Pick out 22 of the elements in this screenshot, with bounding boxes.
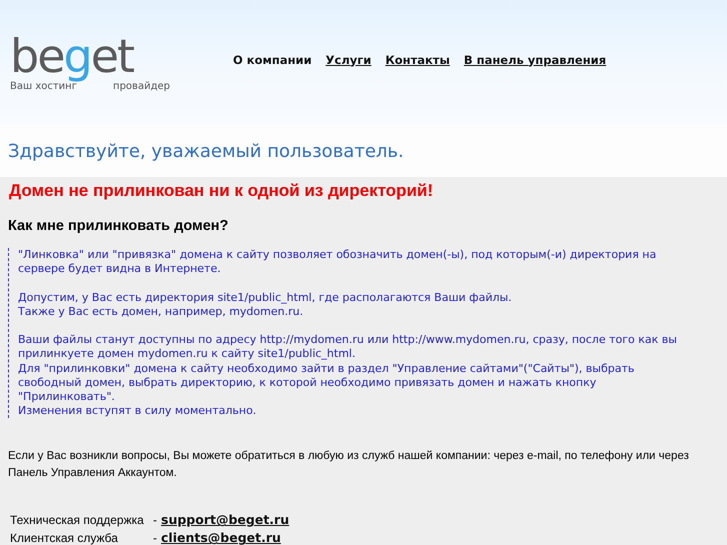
logo-tagline: Ваш хостинг (10, 81, 77, 92)
service-name: Техническая поддержка (10, 512, 145, 528)
contact-note: Если у Вас возникли вопросы, Вы можете обратиться в любую из служб нашей компании: через e-mail, по телефону или через Панель Управления Аккаунтом. (7, 449, 690, 482)
instruction-text: Ваши файлы станут доступны по адресу http://mydomen.ru или http://www.mydomen.ru, сразу, после того как вы прилинкуете домен mydomen.ru к сайту site1/public_html. (18, 333, 678, 362)
instruction-text: Для "прилинковки" домена к сайту необходимо зайти в раздел "Управление сайтами"("Сайты"), выбрать свободный домен, выбрать директорию, к которой необходимо привязать домен и нажать кнопку "Прилинковать". (18, 362, 636, 404)
instruction-text: Допустим, у Вас есть директория site1/public_html, где располагаются Ваши файлы. (18, 290, 513, 305)
email-link[interactable]: clients@beget.ru (161, 530, 727, 545)
nav-link[interactable]: Контакты (385, 52, 450, 66)
service-name: Клиентская служба (10, 530, 119, 545)
email-link[interactable]: support@beget.ru (161, 512, 727, 528)
nav-link[interactable]: О компании (233, 52, 312, 66)
dash-text: - (153, 512, 158, 528)
nav-link[interactable]: Услуги (326, 52, 372, 66)
greeting-heading: Здравствуйте, уважаемый пользователь. (0, 125, 727, 177)
instruction-text: Также у Вас есть домен, например, mydomen.ru. (18, 304, 304, 319)
logo-tagline: провайдер (113, 81, 170, 92)
question-heading: Как мне прилинковать домен? (7, 217, 230, 234)
instruction-text: "Линковка" или "привязка" домена к сайту позволяет обозначить домен(-ы), под которым(-и) директория на сервере будет видна в Интернете. (18, 248, 658, 276)
error-heading: Домен не прилинкован ни к одной из директорий! (8, 180, 434, 201)
nav-link[interactable]: В панель управления (464, 52, 606, 66)
dash-text: - (153, 530, 158, 545)
instruction-text: Изменения вступят в силу моментально. (18, 404, 258, 418)
